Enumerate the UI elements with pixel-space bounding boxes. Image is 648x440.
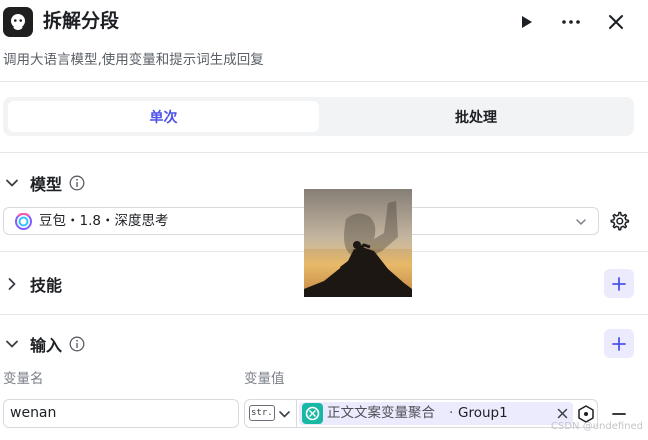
close-icon[interactable] (602, 8, 630, 36)
gear-icon[interactable] (608, 210, 630, 232)
add-input-button[interactable] (604, 329, 634, 358)
chevron-down-icon (279, 411, 290, 418)
tab-batch[interactable]: 批处理 (321, 101, 631, 132)
reference-source: 正文文案变量聚合 (327, 405, 435, 421)
skills-section-title: 技能 (30, 276, 63, 295)
input-section-header[interactable]: 输入 (0, 331, 648, 357)
column-label-var-name: 变量名 (3, 371, 44, 387)
type-select[interactable]: str. (245, 400, 297, 427)
more-icon[interactable] (557, 8, 585, 36)
reference-separator: · (449, 405, 454, 421)
info-icon[interactable] (69, 336, 85, 352)
mode-tabs: 单次 批处理 (3, 97, 634, 136)
variable-value-field: str. 正文文案变量聚合 · Group1 (244, 399, 598, 428)
variable-aggregate-icon (302, 403, 323, 424)
type-badge: str. (249, 405, 275, 421)
input-section-title: 输入 (30, 336, 63, 355)
overlay-photo (304, 189, 412, 297)
tab-single[interactable]: 单次 (8, 101, 319, 132)
add-skill-button[interactable] (604, 269, 634, 298)
chevron-down-icon[interactable] (575, 216, 587, 228)
variable-name-input[interactable]: wenan (3, 399, 239, 428)
reference-name: Group1 (458, 405, 508, 421)
node-header: 拆解分段 (0, 0, 648, 44)
plus-icon (612, 276, 626, 291)
model-section-title: 模型 (30, 175, 63, 194)
minus-icon[interactable] (611, 406, 627, 422)
watermark: CSDN @undefined (551, 421, 644, 432)
bot-icon (3, 7, 33, 37)
divider (0, 152, 648, 153)
doubao-logo-icon (15, 213, 32, 230)
node-description: 调用大语言模型,使用变量和提示词生成回复 (3, 52, 264, 68)
model-select[interactable]: 豆包・1.8・深度思考 (3, 207, 599, 235)
model-name: 豆包・1.8・深度思考 (39, 213, 169, 229)
column-label-var-value: 变量值 (244, 371, 285, 387)
divider (0, 81, 648, 82)
chevron-right-icon[interactable] (5, 277, 19, 291)
close-icon[interactable] (557, 408, 568, 419)
info-icon[interactable] (69, 175, 85, 191)
chevron-down-icon[interactable] (5, 176, 19, 190)
chevron-down-icon[interactable] (5, 337, 19, 351)
plus-icon (612, 336, 626, 351)
node-title[interactable]: 拆解分段 (43, 8, 119, 34)
divider (0, 314, 648, 315)
play-icon[interactable] (512, 8, 540, 36)
variable-reference-tag[interactable]: 正文文案变量聚合 · Group1 (299, 402, 573, 425)
